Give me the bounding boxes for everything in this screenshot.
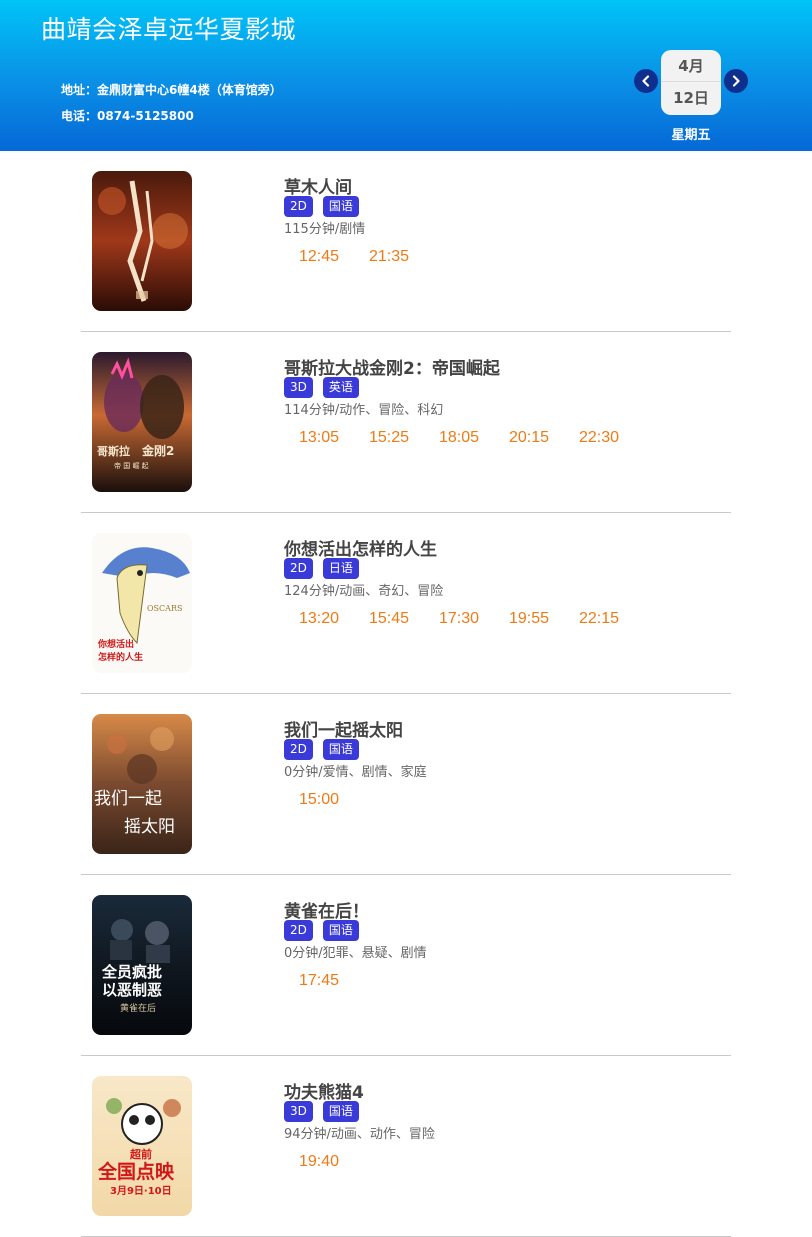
movie-item[interactable]: 我们一起 摇太阳 我们一起摇太阳 2D 国语 0分钟/爱情、剧情、家庭 15:0… bbox=[81, 694, 731, 875]
movie-meta: 114分钟/动作、冒险、科幻 bbox=[284, 403, 444, 418]
movie-tags: 2D 日语 bbox=[284, 558, 369, 579]
showtime-button[interactable]: 17:30 bbox=[439, 610, 509, 628]
language-badge: 国语 bbox=[322, 196, 359, 217]
movie-poster[interactable]: 超前 全国点映 3月9日·10日 bbox=[92, 1076, 192, 1216]
poster-title: 摇太阳 bbox=[124, 817, 175, 837]
format-badge: 2D bbox=[284, 558, 313, 579]
showtime-list: 19:40 bbox=[299, 1153, 369, 1171]
movie-meta: 115分钟/剧情 bbox=[284, 222, 366, 237]
showtime-button[interactable]: 19:55 bbox=[509, 610, 579, 628]
movie-meta: 0分钟/爱情、剧情、家庭 bbox=[284, 765, 427, 780]
showtime-list: 17:45 bbox=[299, 972, 369, 990]
movie-meta: 0分钟/犯罪、悬疑、剧情 bbox=[284, 946, 427, 961]
movie-tags: 3D 英语 bbox=[284, 377, 369, 398]
movie-tags: 2D 国语 bbox=[284, 920, 369, 941]
showtime-button[interactable]: 20:15 bbox=[509, 429, 579, 447]
movie-list: 草木人间 2D 国语 115分钟/剧情 12:45 21:35 哥斯拉 金刚2 … bbox=[81, 151, 731, 1237]
poster-title: 全国点映 bbox=[97, 1160, 175, 1183]
movie-tags: 2D 国语 bbox=[284, 196, 369, 217]
showtime-button[interactable]: 13:05 bbox=[299, 429, 369, 447]
showtime-button[interactable]: 21:35 bbox=[369, 248, 439, 266]
showtime-button[interactable]: 22:30 bbox=[579, 429, 649, 447]
showtime-button[interactable]: 15:45 bbox=[369, 610, 439, 628]
movie-poster[interactable] bbox=[92, 171, 192, 311]
movie-poster[interactable]: 全员疯批 以恶制恶 黄雀在后 bbox=[92, 895, 192, 1035]
movie-poster[interactable]: OSCARS 你想活出 怎样的人生 bbox=[92, 533, 192, 673]
language-badge: 国语 bbox=[322, 920, 359, 941]
showtime-button[interactable]: 17:45 bbox=[299, 972, 369, 990]
showtime-list: 12:45 21:35 bbox=[299, 248, 439, 266]
movie-title: 我们一起摇太阳 bbox=[284, 721, 403, 741]
poster-subtitle: 帝 国 崛 起 bbox=[114, 461, 149, 470]
format-badge: 3D bbox=[284, 377, 313, 398]
showtime-button[interactable]: 12:45 bbox=[299, 248, 369, 266]
chevron-right-icon bbox=[732, 75, 740, 87]
language-badge: 英语 bbox=[322, 377, 359, 398]
format-badge: 3D bbox=[284, 1101, 313, 1122]
movie-title: 功夫熊猫4 bbox=[284, 1083, 364, 1103]
date-month: 4月 bbox=[661, 50, 721, 82]
movie-poster[interactable]: 我们一起 摇太阳 bbox=[92, 714, 192, 854]
prev-date-button[interactable] bbox=[634, 69, 658, 93]
movie-item[interactable]: 全员疯批 以恶制恶 黄雀在后 黄雀在后！ 2D 国语 0分钟/犯罪、悬疑、剧情 … bbox=[81, 875, 731, 1056]
poster-title: 哥斯拉 bbox=[97, 444, 130, 458]
date-day: 12日 bbox=[673, 89, 709, 107]
language-badge: 国语 bbox=[322, 1101, 359, 1122]
date-weekday: 星期五 bbox=[671, 128, 711, 143]
showtime-button[interactable]: 18:05 bbox=[439, 429, 509, 447]
movie-tags: 3D 国语 bbox=[284, 1101, 369, 1122]
movie-item[interactable]: 哥斯拉 金刚2 帝 国 崛 起 哥斯拉大战金刚2：帝国崛起 3D 英语 114分… bbox=[81, 332, 731, 513]
movie-title: 黄雀在后！ bbox=[284, 902, 369, 922]
movie-title: 你想活出怎样的人生 bbox=[284, 540, 437, 560]
cinema-address: 地址：金鼎财富中心6幢4楼（体育馆旁） bbox=[61, 83, 282, 97]
movie-title: 草木人间 bbox=[284, 178, 352, 198]
movie-item[interactable]: OSCARS 你想活出 怎样的人生 你想活出怎样的人生 2D 日语 124分钟/… bbox=[81, 513, 731, 694]
poster-tag: 超前 bbox=[129, 1147, 152, 1161]
movie-tags: 2D 国语 bbox=[284, 739, 369, 760]
language-badge: 国语 bbox=[322, 739, 359, 760]
poster-title: 怎样的人生 bbox=[98, 651, 143, 663]
showtime-list: 15:00 bbox=[299, 791, 369, 809]
language-badge: 日语 bbox=[322, 558, 359, 579]
poster-title: 以恶制恶 bbox=[102, 981, 162, 999]
poster-title: 我们一起 bbox=[94, 789, 162, 809]
poster-subtitle: 3月9日·10日 bbox=[110, 1185, 172, 1197]
movie-item[interactable]: 超前 全国点映 3月9日·10日 功夫熊猫4 3D 国语 94分钟/动画、动作、… bbox=[81, 1056, 731, 1237]
format-badge: 2D bbox=[284, 739, 313, 760]
poster-title: 金刚2 bbox=[141, 443, 174, 458]
next-date-button[interactable] bbox=[724, 69, 748, 93]
movie-item[interactable]: 草木人间 2D 国语 115分钟/剧情 12:45 21:35 bbox=[81, 151, 731, 332]
date-selector: 4月 12日 星期五 bbox=[634, 50, 748, 145]
showtime-button[interactable]: 13:20 bbox=[299, 610, 369, 628]
chevron-left-icon bbox=[642, 75, 650, 87]
showtime-button[interactable]: 15:00 bbox=[299, 791, 369, 809]
showtime-list: 13:20 15:45 17:30 19:55 22:15 bbox=[299, 610, 649, 628]
movie-title: 哥斯拉大战金刚2：帝国崛起 bbox=[284, 359, 500, 379]
showtime-list: 13:05 15:25 18:05 20:15 22:30 bbox=[299, 429, 649, 447]
cinema-header: 曲靖会泽卓远华夏影城 地址：金鼎财富中心6幢4楼（体育馆旁） 电话：0874-5… bbox=[0, 0, 812, 151]
poster-subtitle: 黄雀在后 bbox=[120, 1002, 156, 1014]
cinema-phone: 电话：0874-5125800 bbox=[61, 109, 194, 123]
showtime-button[interactable]: 19:40 bbox=[299, 1153, 369, 1171]
cinema-name: 曲靖会泽卓远华夏影城 bbox=[41, 15, 297, 44]
format-badge: 2D bbox=[284, 920, 313, 941]
movie-poster[interactable]: 哥斯拉 金刚2 帝 国 崛 起 bbox=[92, 352, 192, 492]
showtime-button[interactable]: 15:25 bbox=[369, 429, 439, 447]
movie-meta: 124分钟/动画、奇幻、冒险 bbox=[284, 584, 444, 599]
format-badge: 2D bbox=[284, 196, 313, 217]
poster-title: 你想活出 bbox=[97, 638, 134, 650]
poster-title: 全员疯批 bbox=[101, 963, 162, 981]
poster-award: OSCARS bbox=[147, 604, 182, 613]
date-box[interactable]: 4月 12日 bbox=[661, 50, 721, 115]
movie-meta: 94分钟/动画、动作、冒险 bbox=[284, 1127, 435, 1142]
showtime-button[interactable]: 22:15 bbox=[579, 610, 649, 628]
